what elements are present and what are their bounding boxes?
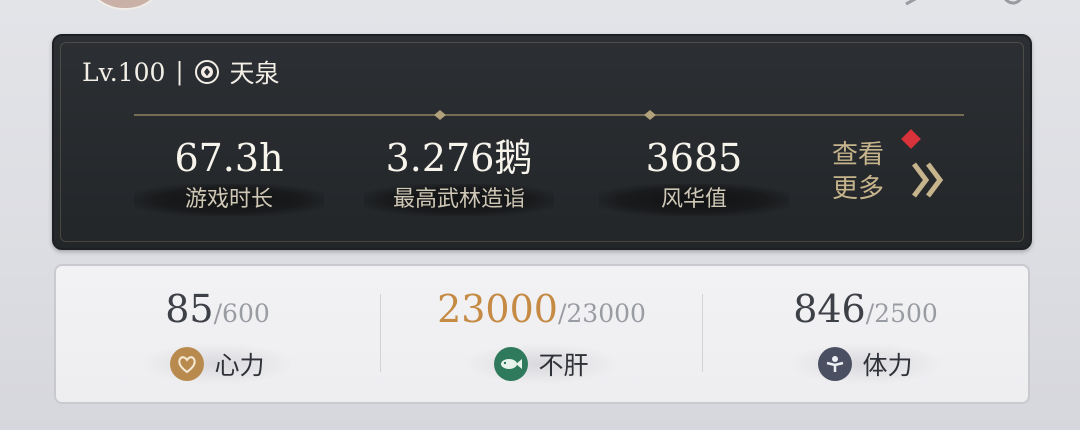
stat-elegance: 3685 风华值	[599, 136, 789, 216]
stat-value: 3.276鹅	[385, 136, 533, 180]
stamina-icon	[818, 347, 853, 381]
edit-icon[interactable]	[902, 0, 936, 6]
resource-current: 846	[793, 287, 866, 331]
ornamental-divider	[134, 110, 964, 120]
resource-label-row: 体力	[704, 344, 1027, 384]
stat-play-time: 67.3h 游戏时长	[134, 136, 324, 216]
resource-label: 心力	[214, 351, 265, 380]
stat-label: 游戏时长	[134, 184, 324, 216]
resource-not-grind: 23000/23000 不肝	[380, 266, 703, 402]
resource-label-bg: 心力	[144, 344, 291, 384]
resource-label-row: 心力	[56, 344, 379, 384]
gear-icon[interactable]	[996, 0, 1030, 6]
top-right-icons	[902, 0, 1030, 6]
resource-stamina: 846/2500 体力	[704, 266, 1027, 402]
heart-spirit-icon	[170, 347, 205, 381]
resource-current: 85	[165, 287, 214, 331]
stat-value: 3685	[645, 136, 743, 180]
stat-highest-mastery: 3.276鹅 最高武林造诣	[364, 136, 554, 216]
resource-heart-power: 85/600 心力	[56, 266, 379, 402]
resource-value: 85/600	[56, 286, 379, 337]
resource-max: /2500	[865, 299, 938, 328]
level-text: Lv.100	[82, 57, 166, 87]
stat-value: 67.3h	[174, 136, 284, 180]
stat-label: 风华值	[599, 184, 789, 216]
level-server-row: Lv.100 | 天泉	[82, 54, 280, 90]
resource-value: 23000/23000	[380, 286, 703, 337]
avatar[interactable]	[82, 0, 168, 10]
resource-label-bg: 不肝	[468, 344, 615, 384]
stat-label: 最高武林造诣	[364, 184, 554, 216]
resource-panel: 85/600 心力 23000/23000 不肝 846/2500 体力	[54, 264, 1030, 404]
resource-label-row: 不肝	[380, 344, 703, 384]
player-stats-panel: Lv.100 | 天泉 67.3h 游戏时长 3.276鹅 最高武林造诣 368…	[52, 34, 1032, 250]
notification-dot	[901, 129, 921, 149]
resource-label-bg: 体力	[792, 344, 939, 384]
view-more-label: 查看 更多	[832, 138, 902, 206]
double-chevron-right-icon	[912, 162, 944, 198]
resource-max: /23000	[557, 299, 646, 328]
resource-label: 不肝	[538, 351, 589, 380]
resource-current: 23000	[437, 287, 558, 331]
level-separator: |	[175, 58, 184, 86]
view-more-button[interactable]: 查看 更多	[832, 129, 952, 218]
resource-value: 846/2500	[704, 286, 1027, 337]
view-more-line1: 查看	[832, 140, 885, 170]
server-name: 天泉	[229, 59, 280, 88]
column-divider	[380, 294, 381, 372]
server-icon	[194, 59, 220, 85]
fish-icon	[494, 347, 529, 381]
column-divider	[702, 294, 703, 372]
resource-max: /600	[213, 299, 270, 328]
view-more-line2: 更多	[832, 174, 885, 204]
resource-label: 体力	[862, 351, 913, 380]
